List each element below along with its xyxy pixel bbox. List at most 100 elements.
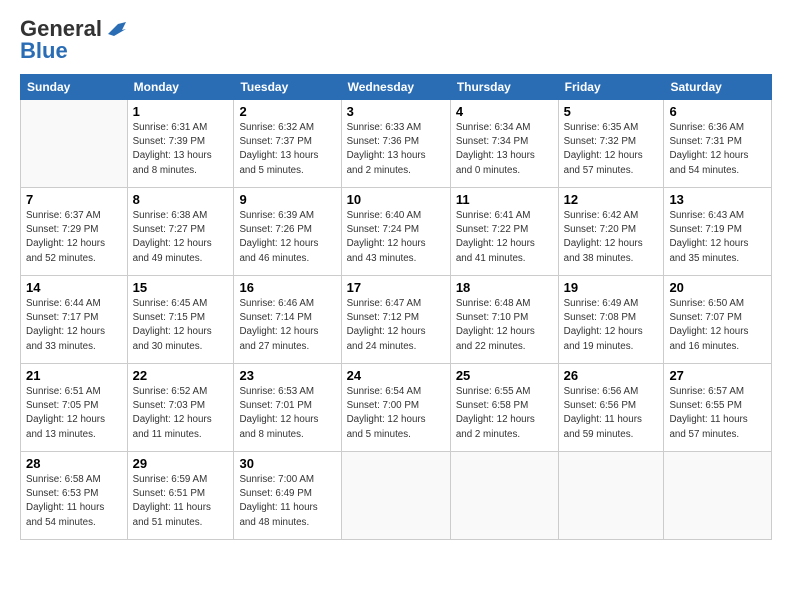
calendar-cell: 3Sunrise: 6:33 AM Sunset: 7:36 PM Daylig…: [341, 100, 450, 188]
logo: General Blue: [20, 16, 126, 64]
calendar-cell: [558, 452, 664, 540]
weekday-header-tuesday: Tuesday: [234, 75, 341, 100]
calendar-cell: 23 Sunrise: 6:53 AM Sunset: 7:01 PM Dayli…: [234, 364, 341, 452]
calendar-cell: [450, 452, 558, 540]
calendar-cell: [341, 452, 450, 540]
weekday-header-friday: Friday: [558, 75, 664, 100]
day-number: 23: [239, 368, 335, 383]
day-info: Sunrise: 6:44 AM Sunset: 7:17 PM Dayligh…: [26, 297, 122, 354]
logo-bird-icon: [104, 20, 126, 38]
calendar-cell: 10 Sunrise: 6:40 AM Sunset: 7:24 PM Dayli…: [341, 188, 450, 276]
day-info: Sunrise: 6:52 AM Sunset: 7:03 PM Dayligh…: [133, 385, 229, 442]
day-number: 6: [669, 104, 766, 119]
logo-blue: Blue: [20, 38, 68, 64]
day-number: 4: [456, 104, 553, 119]
day-info: Sunrise: 6:31 AM Sunset: 7:39 PM Dayligh…: [133, 121, 229, 178]
page-header: General Blue: [20, 16, 772, 64]
calendar-cell: 13 Sunrise: 6:43 AM Sunset: 7:19 PM Dayli…: [664, 188, 772, 276]
day-number: 21: [26, 368, 122, 383]
day-number: 14: [26, 280, 122, 295]
day-info: Sunrise: 6:47 AM Sunset: 7:12 PM Dayligh…: [347, 297, 445, 354]
day-number: 18: [456, 280, 553, 295]
calendar-cell: 22 Sunrise: 6:52 AM Sunset: 7:03 PM Dayli…: [127, 364, 234, 452]
calendar-cell: 9 Sunrise: 6:39 AM Sunset: 7:26 PM Daylig…: [234, 188, 341, 276]
day-number: 1: [133, 104, 229, 119]
day-info: Sunrise: 6:34 AM Sunset: 7:34 PM Dayligh…: [456, 121, 553, 178]
weekday-header-sunday: Sunday: [21, 75, 128, 100]
day-number: 25: [456, 368, 553, 383]
day-number: 17: [347, 280, 445, 295]
calendar-cell: 8 Sunrise: 6:38 AM Sunset: 7:27 PM Daylig…: [127, 188, 234, 276]
day-number: 9: [239, 192, 335, 207]
week-row-5: 28Sunrise: 6:58 AM Sunset: 6:53 PM Dayli…: [21, 452, 772, 540]
calendar-cell: 4 Sunrise: 6:34 AM Sunset: 7:34 PM Daylig…: [450, 100, 558, 188]
calendar-cell: 12 Sunrise: 6:42 AM Sunset: 7:20 PM Dayli…: [558, 188, 664, 276]
weekday-header-thursday: Thursday: [450, 75, 558, 100]
day-info: Sunrise: 6:37 AM Sunset: 7:29 PM Dayligh…: [26, 209, 122, 266]
day-number: 22: [133, 368, 229, 383]
weekday-header-wednesday: Wednesday: [341, 75, 450, 100]
calendar-cell: 20 Sunrise: 6:50 AM Sunset: 7:07 PM Dayli…: [664, 276, 772, 364]
day-info: Sunrise: 6:35 AM Sunset: 7:32 PM Dayligh…: [564, 121, 659, 178]
day-info: Sunrise: 6:32 AM Sunset: 7:37 PM Dayligh…: [239, 121, 335, 178]
calendar-cell: 7 Sunrise: 6:37 AM Sunset: 7:29 PM Daylig…: [21, 188, 128, 276]
day-info: Sunrise: 6:56 AM Sunset: 6:56 PM Dayligh…: [564, 385, 659, 442]
week-row-2: 7 Sunrise: 6:37 AM Sunset: 7:29 PM Daylig…: [21, 188, 772, 276]
day-number: 30: [239, 456, 335, 471]
day-info: Sunrise: 6:43 AM Sunset: 7:19 PM Dayligh…: [669, 209, 766, 266]
day-info: Sunrise: 6:50 AM Sunset: 7:07 PM Dayligh…: [669, 297, 766, 354]
day-number: 5: [564, 104, 659, 119]
day-number: 20: [669, 280, 766, 295]
calendar-cell: 14 Sunrise: 6:44 AM Sunset: 7:17 PM Dayli…: [21, 276, 128, 364]
calendar-cell: 5 Sunrise: 6:35 AM Sunset: 7:32 PM Daylig…: [558, 100, 664, 188]
day-info: Sunrise: 6:54 AM Sunset: 7:00 PM Dayligh…: [347, 385, 445, 442]
day-info: Sunrise: 6:59 AM Sunset: 6:51 PM Dayligh…: [133, 473, 229, 530]
day-info: Sunrise: 6:46 AM Sunset: 7:14 PM Dayligh…: [239, 297, 335, 354]
calendar-cell: 16 Sunrise: 6:46 AM Sunset: 7:14 PM Dayli…: [234, 276, 341, 364]
day-info: Sunrise: 6:39 AM Sunset: 7:26 PM Dayligh…: [239, 209, 335, 266]
calendar-cell: 24 Sunrise: 6:54 AM Sunset: 7:00 PM Dayli…: [341, 364, 450, 452]
calendar-cell: 2 Sunrise: 6:32 AM Sunset: 7:37 PM Daylig…: [234, 100, 341, 188]
day-number: 7: [26, 192, 122, 207]
week-row-4: 21 Sunrise: 6:51 AM Sunset: 7:05 PM Dayli…: [21, 364, 772, 452]
week-row-1: 1 Sunrise: 6:31 AM Sunset: 7:39 PM Daylig…: [21, 100, 772, 188]
day-number: 27: [669, 368, 766, 383]
calendar-cell: 1 Sunrise: 6:31 AM Sunset: 7:39 PM Daylig…: [127, 100, 234, 188]
day-info: Sunrise: 6:55 AM Sunset: 6:58 PM Dayligh…: [456, 385, 553, 442]
day-info: Sunrise: 6:42 AM Sunset: 7:20 PM Dayligh…: [564, 209, 659, 266]
calendar-cell: 18 Sunrise: 6:48 AM Sunset: 7:10 PM Dayli…: [450, 276, 558, 364]
calendar-header-row: SundayMondayTuesdayWednesdayThursdayFrid…: [21, 75, 772, 100]
weekday-header-monday: Monday: [127, 75, 234, 100]
day-number: 24: [347, 368, 445, 383]
day-number: 2: [239, 104, 335, 119]
day-info: Sunrise: 6:38 AM Sunset: 7:27 PM Dayligh…: [133, 209, 229, 266]
calendar-cell: 11 Sunrise: 6:41 AM Sunset: 7:22 PM Dayli…: [450, 188, 558, 276]
day-info: Sunrise: 6:53 AM Sunset: 7:01 PM Dayligh…: [239, 385, 335, 442]
day-number: 8: [133, 192, 229, 207]
calendar-cell: 15Sunrise: 6:45 AM Sunset: 7:15 PM Dayli…: [127, 276, 234, 364]
calendar-cell: 27Sunrise: 6:57 AM Sunset: 6:55 PM Dayli…: [664, 364, 772, 452]
day-number: 13: [669, 192, 766, 207]
day-number: 26: [564, 368, 659, 383]
calendar-cell: 21 Sunrise: 6:51 AM Sunset: 7:05 PM Dayli…: [21, 364, 128, 452]
calendar-cell: 26 Sunrise: 6:56 AM Sunset: 6:56 PM Dayli…: [558, 364, 664, 452]
day-number: 10: [347, 192, 445, 207]
day-number: 16: [239, 280, 335, 295]
calendar-cell: 30 Sunrise: 7:00 AM Sunset: 6:49 PM Dayli…: [234, 452, 341, 540]
day-number: 11: [456, 192, 553, 207]
day-info: Sunrise: 6:49 AM Sunset: 7:08 PM Dayligh…: [564, 297, 659, 354]
day-info: Sunrise: 6:41 AM Sunset: 7:22 PM Dayligh…: [456, 209, 553, 266]
day-info: Sunrise: 6:48 AM Sunset: 7:10 PM Dayligh…: [456, 297, 553, 354]
day-number: 12: [564, 192, 659, 207]
calendar-cell: [664, 452, 772, 540]
day-info: Sunrise: 6:36 AM Sunset: 7:31 PM Dayligh…: [669, 121, 766, 178]
day-info: Sunrise: 6:51 AM Sunset: 7:05 PM Dayligh…: [26, 385, 122, 442]
day-info: Sunrise: 6:45 AM Sunset: 7:15 PM Dayligh…: [133, 297, 229, 354]
day-info: Sunrise: 7:00 AM Sunset: 6:49 PM Dayligh…: [239, 473, 335, 530]
week-row-3: 14 Sunrise: 6:44 AM Sunset: 7:17 PM Dayli…: [21, 276, 772, 364]
calendar-cell: [21, 100, 128, 188]
calendar-cell: 17 Sunrise: 6:47 AM Sunset: 7:12 PM Dayli…: [341, 276, 450, 364]
day-number: 28: [26, 456, 122, 471]
calendar-cell: 25 Sunrise: 6:55 AM Sunset: 6:58 PM Dayli…: [450, 364, 558, 452]
day-info: Sunrise: 6:40 AM Sunset: 7:24 PM Dayligh…: [347, 209, 445, 266]
